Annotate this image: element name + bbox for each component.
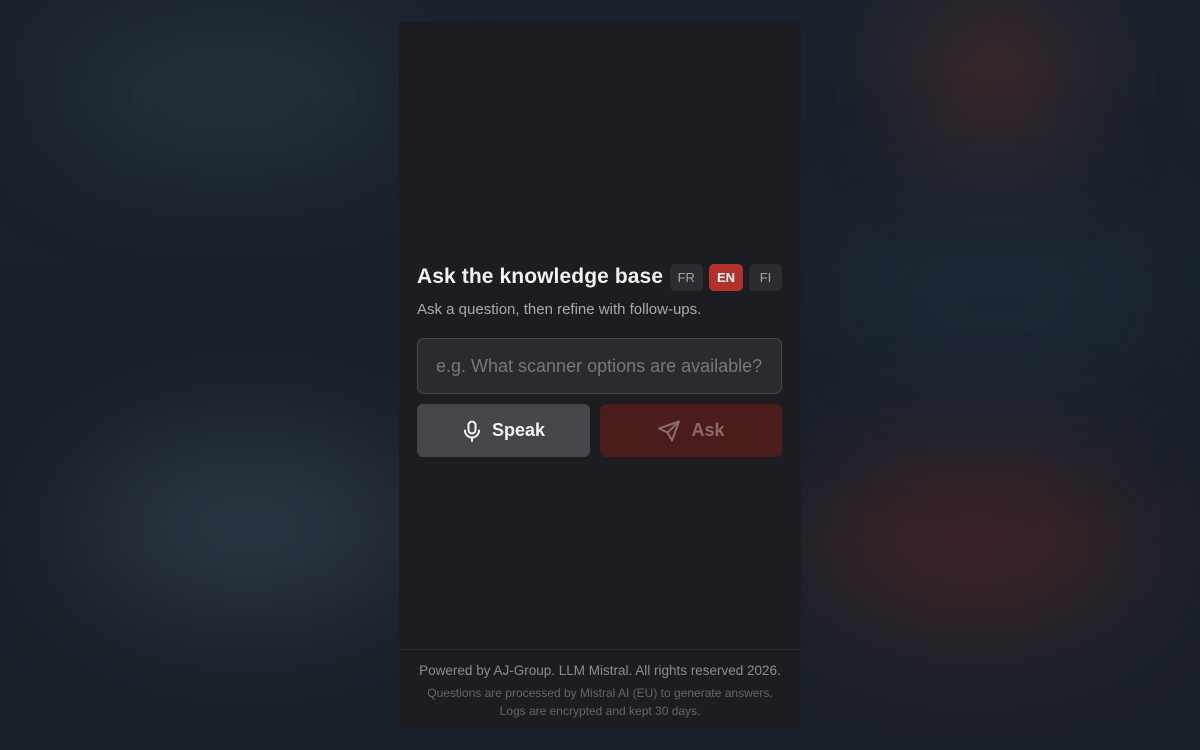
- background-blur: [810, 460, 1140, 620]
- chat-panel: Ask the knowledge base FR EN FI Ask a qu…: [399, 22, 801, 728]
- question-input[interactable]: [417, 338, 782, 394]
- page-subtitle: Ask a question, then refine with follow-…: [417, 301, 702, 318]
- background-blur: [80, 440, 420, 610]
- speak-button[interactable]: Speak: [417, 404, 590, 457]
- footer-credits: Powered by AJ-Group. LLM Mistral. All ri…: [419, 663, 781, 678]
- background-blur: [60, 40, 400, 150]
- language-fr-button[interactable]: FR: [669, 263, 703, 291]
- ask-button[interactable]: Ask: [600, 404, 782, 457]
- speak-label: Speak: [491, 420, 546, 440]
- ask-form: Ask the knowledge base FR EN FI Ask a qu…: [417, 262, 782, 457]
- language-fi-button[interactable]: FI: [749, 263, 782, 291]
- ask-label: Ask: [691, 420, 725, 440]
- action-buttons: Speak Ask: [417, 404, 782, 457]
- footer-processing-note: Questions are processed by Mistral AI (E…: [427, 686, 773, 700]
- language-switcher: FR EN FI: [669, 263, 782, 291]
- footer: Powered by AJ-Group. LLM Mistral. All ri…: [399, 649, 801, 728]
- send-icon: [657, 420, 681, 442]
- background-blur: [820, 200, 1170, 400]
- page-title: Ask the knowledge base: [417, 265, 664, 288]
- footer-privacy-notice: Questions are processed by Mistral AI (E…: [399, 684, 801, 720]
- title-row: Ask the knowledge base FR EN FI: [417, 262, 782, 292]
- footer-logs-note: Logs are encrypted and kept 30 days.: [499, 704, 701, 718]
- microphone-icon: [462, 420, 482, 442]
- background-blur: [930, 20, 1060, 130]
- language-en-button[interactable]: EN: [708, 263, 743, 291]
